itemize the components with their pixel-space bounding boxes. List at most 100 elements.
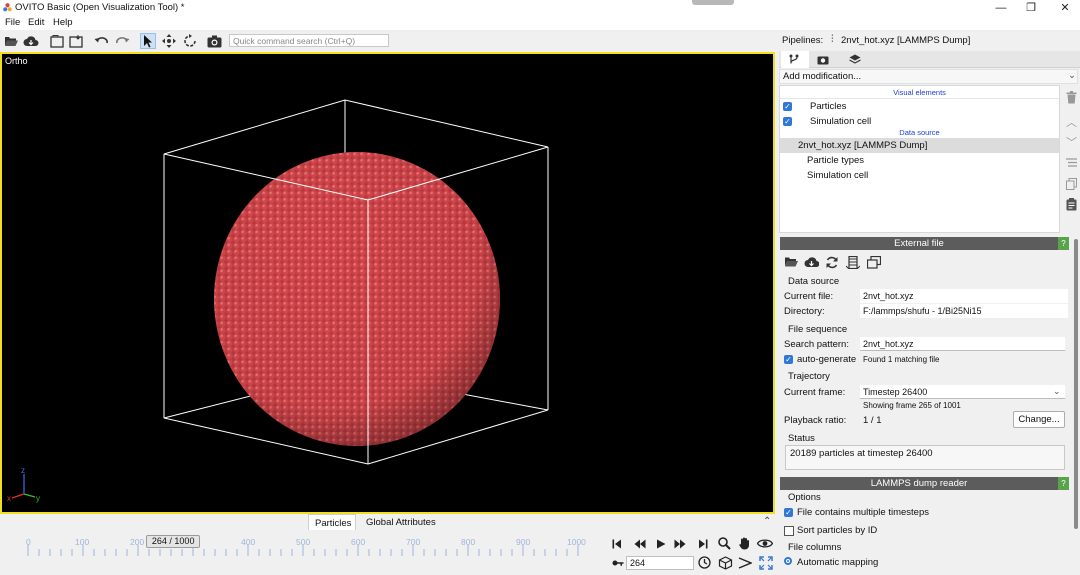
chevron-down-icon: ⌄	[1068, 70, 1076, 81]
sort-by-id-checkbox-icon[interactable]	[784, 526, 794, 536]
list-item-label: 2nvt_hot.xyz [LAMMPS Dump]	[798, 140, 928, 151]
add-modification-dropdown[interactable]: Add modification... ⌄	[779, 69, 1078, 84]
tick-label: 600	[351, 537, 366, 547]
animation-settings-small-icon[interactable]	[866, 255, 882, 272]
help-button[interactable]: ?	[1058, 237, 1069, 250]
menu-edit[interactable]: Edit	[28, 17, 44, 28]
playback-ratio-value: 1 / 1	[863, 415, 882, 426]
panel-tab-bar	[779, 51, 1080, 68]
step-forward-icon[interactable]	[674, 539, 686, 552]
perspective-icon[interactable]	[738, 557, 753, 572]
orbit-eye-icon[interactable]	[756, 538, 774, 552]
list-item-simulation-cell[interactable]: Simulation cell	[807, 170, 868, 181]
copy-icon[interactable]	[1066, 178, 1077, 193]
multiple-timesteps-checkbox-icon[interactable]: ✓	[784, 508, 793, 517]
delete-trash-icon[interactable]	[1066, 91, 1077, 107]
automatic-mapping-label[interactable]: Automatic mapping	[797, 557, 878, 568]
clipboard-icon[interactable]	[1066, 198, 1077, 214]
fov-icon[interactable]	[718, 556, 733, 573]
maximize-button[interactable]: ❐	[1021, 1, 1041, 15]
play-icon[interactable]	[656, 539, 666, 552]
layers-tab-icon	[849, 54, 861, 64]
pipeline-tab-icon	[789, 54, 799, 64]
window-drag-handle[interactable]	[692, 0, 734, 5]
window-title: OVITO Basic (Open Visualization Tool) *	[15, 2, 185, 13]
multiple-timesteps-label[interactable]: File contains multiple timesteps	[797, 507, 929, 518]
save-session-icon[interactable]	[68, 33, 84, 49]
time-slider-handle[interactable]: 264 / 1000	[146, 535, 201, 548]
tab-particles[interactable]: Particles	[308, 514, 356, 530]
automatic-mapping-radio-icon[interactable]	[784, 557, 792, 565]
auto-generate-label[interactable]: auto-generate	[797, 354, 856, 365]
search-pattern-input[interactable]: 2nvt_hot.xyz	[860, 337, 1065, 351]
tab-global-attributes[interactable]: Global Attributes	[366, 517, 436, 528]
selection-mode-icon[interactable]	[140, 33, 156, 49]
current-file-value: 2nvt_hot.xyz	[860, 289, 1068, 303]
help-button[interactable]: ?	[1058, 477, 1069, 490]
goto-end-icon[interactable]	[698, 539, 708, 552]
move-down-icon[interactable]: ﹀	[1066, 134, 1077, 150]
tab-render[interactable]	[817, 54, 829, 68]
tab-overlays[interactable]	[849, 54, 861, 68]
tab-pipeline[interactable]	[781, 51, 809, 68]
load-remote-icon[interactable]	[23, 33, 39, 49]
menu-file[interactable]: File	[5, 17, 20, 28]
menu-help[interactable]: Help	[53, 17, 73, 28]
checkbox-checked-icon[interactable]: ✓	[783, 117, 792, 126]
list-item-label: Particles	[810, 101, 847, 112]
title-bar: OVITO Basic (Open Visualization Tool) * …	[0, 0, 1080, 16]
rotate-mode-icon[interactable]	[182, 33, 198, 49]
step-backward-icon[interactable]	[634, 539, 646, 552]
maximize-viewport-icon[interactable]	[759, 556, 773, 573]
update-trajectory-icon[interactable]	[845, 255, 861, 272]
frame-spinner-input[interactable]: 264	[626, 556, 694, 570]
pipeline-selector[interactable]: 2nvt_hot.xyz [LAMMPS Dump]	[841, 35, 970, 46]
search-pattern-label: Search pattern:	[784, 339, 849, 350]
group-icon[interactable]	[1066, 158, 1077, 170]
zoom-icon[interactable]	[718, 537, 731, 553]
animation-timeline[interactable]: 0 100 200 300 400 500 600 700 800 900 10…	[0, 531, 600, 575]
undo-icon[interactable]	[94, 33, 110, 49]
render-icon[interactable]	[206, 33, 222, 49]
current-frame-label: Current frame:	[784, 387, 846, 398]
data-inspector-tabs: Particles Global Attributes ⌃	[0, 514, 778, 531]
move-up-icon[interactable]: ︿	[1066, 114, 1077, 130]
playback-ratio-label: Playback ratio:	[784, 415, 847, 426]
change-button[interactable]: Change...	[1013, 411, 1065, 428]
current-frame-select[interactable]: Timestep 26400 ⌄	[860, 385, 1065, 399]
load-session-icon[interactable]	[49, 33, 65, 49]
close-button[interactable]: ✕	[1055, 1, 1075, 15]
list-item-simulation-cell-visual[interactable]: ✓ Simulation cell	[780, 114, 1059, 129]
list-item-particle-types[interactable]: Particle types	[807, 155, 864, 166]
menu-bar: File Edit Help	[0, 16, 1080, 30]
tick-label: 500	[296, 537, 311, 547]
main-toolbar	[0, 30, 778, 52]
tick-label: 900	[516, 537, 531, 547]
open-file-icon[interactable]	[3, 33, 19, 49]
list-item-source-selected[interactable]: 2nvt_hot.xyz [LAMMPS Dump]	[780, 138, 1059, 153]
minimize-button[interactable]: —	[991, 1, 1011, 15]
sort-by-id-label[interactable]: Sort particles by ID	[797, 525, 877, 536]
panel-scrollbar[interactable]	[1074, 239, 1078, 529]
animation-settings-icon[interactable]	[698, 556, 711, 572]
status-box: 20189 particles at timestep 26400	[785, 445, 1065, 470]
pan-hand-icon[interactable]	[738, 537, 751, 553]
current-frame-value: Timestep 26400	[863, 387, 928, 397]
tick-label: 800	[461, 537, 476, 547]
checkbox-checked-icon[interactable]: ✓	[783, 102, 792, 111]
goto-start-icon[interactable]	[612, 539, 622, 552]
auto-generate-checkbox-icon[interactable]: ✓	[784, 355, 793, 364]
tick-label: 200	[130, 537, 145, 547]
list-item-particles[interactable]: ✓ Particles	[780, 99, 1059, 114]
reload-icon[interactable]	[825, 256, 839, 272]
options-group-title: Options	[788, 492, 821, 503]
chevron-up-icon[interactable]: ⌃	[763, 516, 771, 527]
viewport-ortho[interactable]: Ortho z x y	[0, 52, 775, 514]
tick-label: 0	[26, 537, 31, 547]
file-columns-group-title: File columns	[788, 542, 842, 553]
move-mode-icon[interactable]	[161, 33, 177, 49]
redo-icon[interactable]	[114, 33, 130, 49]
pick-file-icon[interactable]	[784, 256, 799, 271]
command-search-input[interactable]: Quick command search (Ctrl+Q)	[229, 34, 389, 47]
pick-remote-icon[interactable]	[804, 256, 820, 271]
